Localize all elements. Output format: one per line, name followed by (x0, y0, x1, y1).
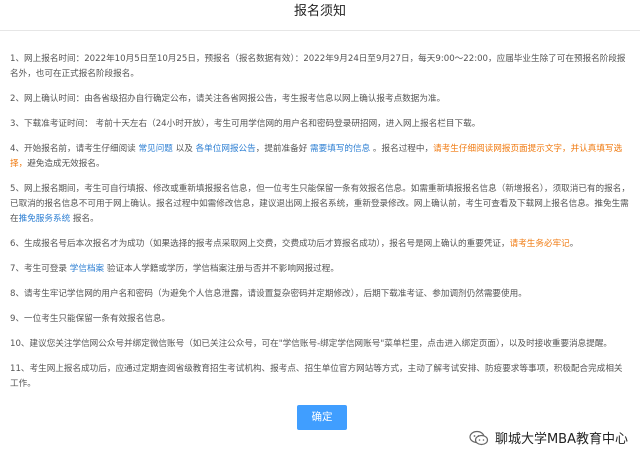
notice-text: 4、开始报名前，请考生仔细阅读 (10, 144, 139, 154)
notice-text: 5、网上报名期间，考生可自行填报、修改或重新填报报名信息，但一位考生只能保留一条… (10, 184, 630, 224)
notice-text: 6、生成报名号后本次报名才为成功（如果选择的报考点采取网上交费，交费成功后才算报… (10, 239, 510, 249)
tuimian-system-link[interactable]: 推免服务系统 (19, 214, 71, 224)
notice-item-11: 11、考生网上报名成功后，应通过定期查阅省级教育招生考试机构、报考点、招生单位官… (10, 364, 623, 389)
wechat-icon (469, 430, 489, 446)
page-header: 报名须知 (0, 0, 640, 31)
notice-item-7: 7、考生可登录 学信档案 验证本人学籍或学历，学信档案注册与否并不影响网报过程。 (10, 262, 630, 277)
notice-item-1: 1、网上报名时间：2022年10月5日至10月25日，预报名（报名数据有效）：2… (10, 54, 626, 79)
notice-text: 。报名过程中， (370, 144, 434, 154)
xuexin-archive-link[interactable]: 学信档案 (70, 264, 104, 274)
notice-item-6: 6、生成报名号后本次报名才为成功（如果选择的报考点采取网上交费，交费成功后才算报… (10, 237, 630, 252)
notice-text: 验证本人学籍或学历，学信档案注册与否并不影响网报过程。 (104, 264, 339, 274)
unit-announcement-link[interactable]: 各单位网报公告 (196, 144, 256, 154)
notice-text: 以及 (172, 144, 196, 154)
notice-text: 。 (569, 239, 579, 249)
required-info-link[interactable]: 需要填写的信息 (310, 144, 370, 154)
notice-item-2: 2、网上确认时间：由各省级招办自行确定公布，请关注各省网报公告，考生报考信息以网… (10, 94, 446, 104)
notice-item-4: 4、开始报名前，请考生仔细阅读 常见问题 以及 各单位网报公告，提前准备好 需要… (10, 142, 630, 172)
confirm-button[interactable]: 确定 (297, 405, 347, 430)
notice-text: 报名。 (70, 214, 99, 224)
notice-text: 避免造成无效报名。 (27, 159, 105, 169)
notice-text: ，提前准备好 (255, 144, 311, 154)
notice-item-5: 5、网上报名期间，考生可自行填报、修改或重新填报报名信息，但一位考生只能保留一条… (10, 182, 630, 227)
notice-text: 7、考生可登录 (10, 264, 70, 274)
notice-item-8: 8、请考生牢记学信网的用户名和密码（为避免个人信息泄露，请设置复杂密码并定期修改… (10, 289, 527, 299)
notice-item-9: 9、一位考生只能保留一条有效报名信息。 (10, 314, 171, 324)
watermark: 聊城大学MBA教育中心 (469, 428, 628, 447)
notice-item-3: 3、下载准考证时间： 考前十天左右（24小时开放），考生可用学信网的用户名和密码… (10, 119, 481, 129)
notice-content: 1、网上报名时间：2022年10月5日至10月25日，预报名（报名数据有效）：2… (10, 52, 630, 402)
notice-item-10: 10、建议您关注学信网公众号并绑定微信账号（如已关注公众号，可在"学信账号-绑定… (10, 339, 613, 349)
watermark-text: 聊城大学MBA教育中心 (494, 432, 628, 447)
faq-link[interactable]: 常见问题 (139, 144, 173, 154)
page-title: 报名须知 (293, 4, 346, 19)
warning-text: 请考生务必牢记 (509, 239, 570, 249)
